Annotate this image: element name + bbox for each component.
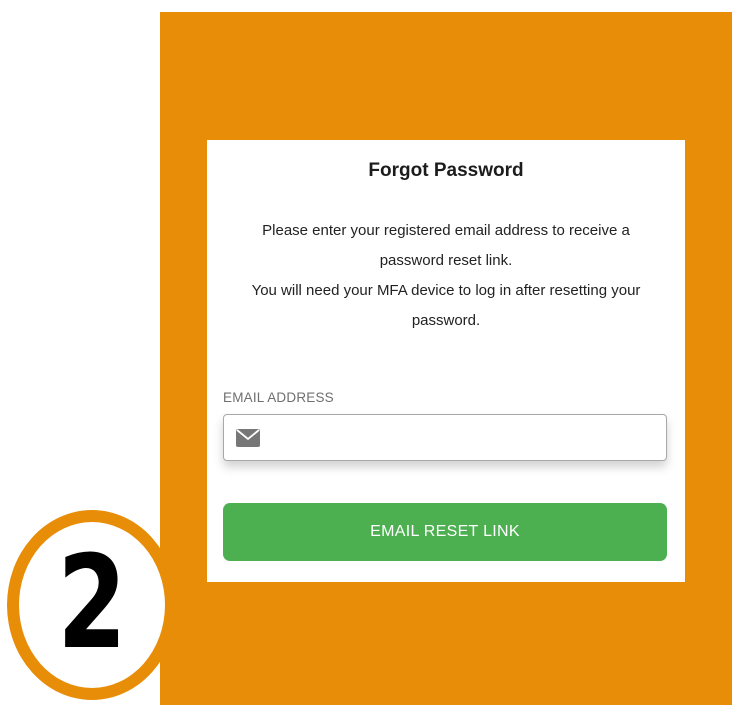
step-number: 2 [57, 529, 127, 678]
instructions-text: Please enter your registered email addre… [207, 216, 685, 336]
email-label: EMAIL ADDRESS [223, 390, 334, 405]
email-field[interactable] [223, 414, 667, 461]
email-reset-link-button[interactable]: EMAIL RESET LINK [223, 503, 667, 561]
page-title: Forgot Password [368, 160, 524, 181]
mail-icon [236, 429, 260, 447]
forgot-password-card: Forgot Password Please enter your regist… [207, 140, 685, 582]
email-input[interactable] [272, 415, 652, 460]
instructions-line: password. [411, 312, 481, 329]
instructions-line: Please enter your registered email addre… [262, 222, 630, 239]
instructions-line: password reset link. [379, 252, 513, 269]
step-number-badge: 2 [7, 510, 177, 700]
instructions-line: You will need your MFA device to log in … [251, 282, 641, 299]
screenshot-stage: Forgot Password Please enter your regist… [0, 0, 732, 705]
